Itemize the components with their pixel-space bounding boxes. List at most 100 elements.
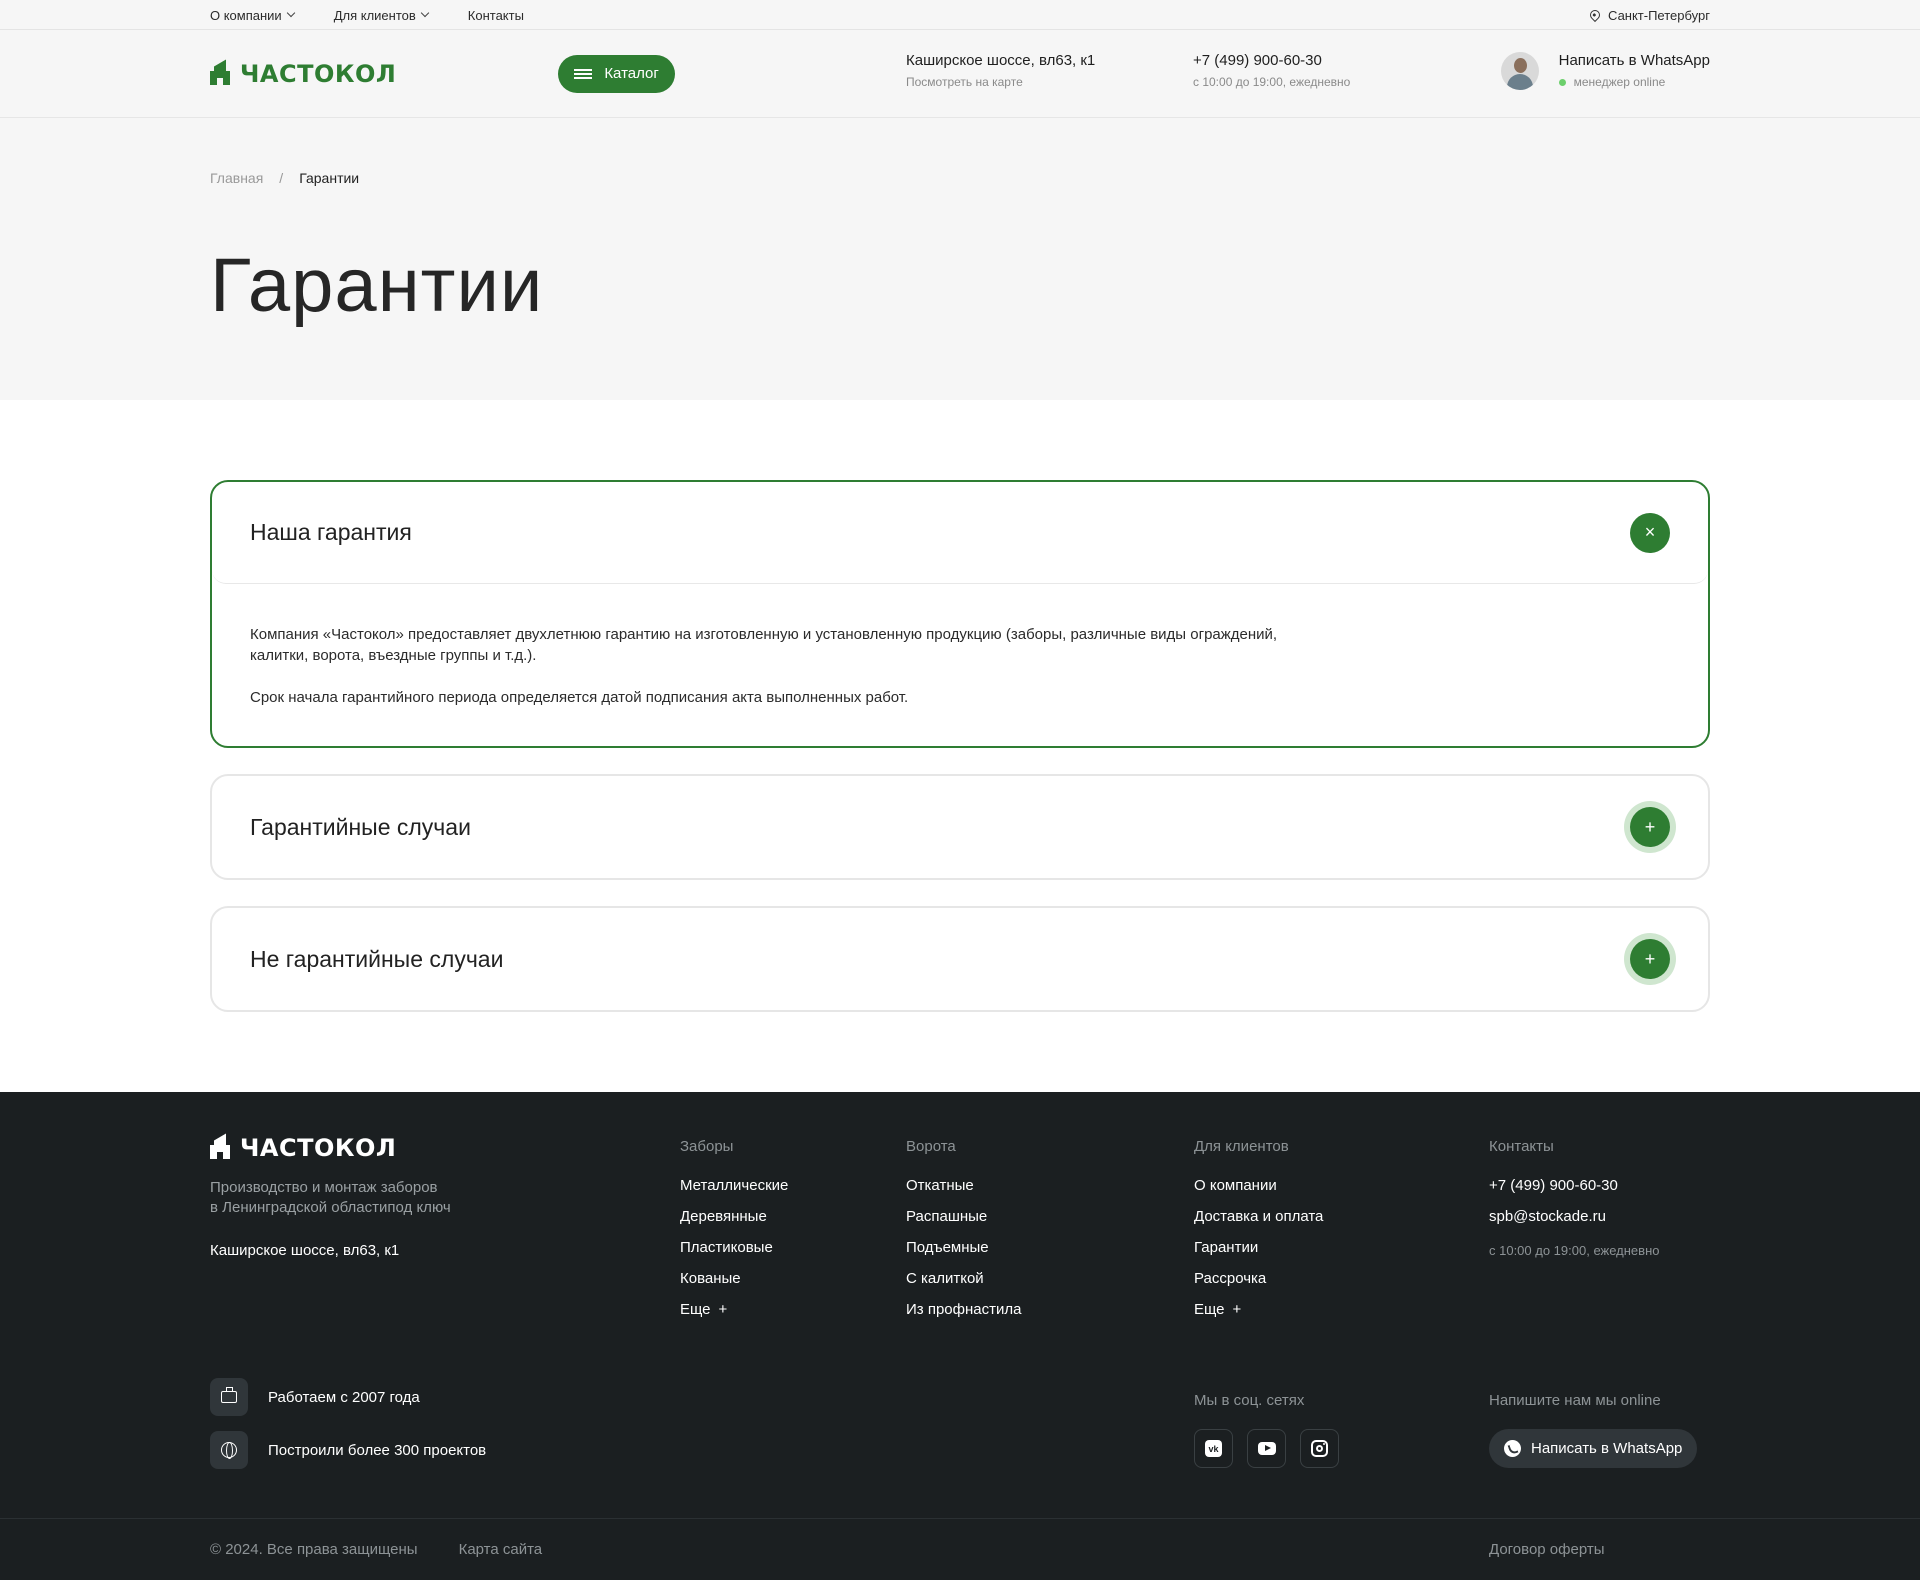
whatsapp-link[interactable]: Написать в WhatsApp (1559, 52, 1710, 69)
footer-link[interactable]: Пластиковые (680, 1239, 788, 1256)
youtube-icon (1257, 1442, 1276, 1455)
accordion-header[interactable]: Не гарантийные случаи + (212, 908, 1708, 1010)
accordion-non-warranty-cases[interactable]: Не гарантийные случаи + (210, 906, 1710, 1012)
footer-logo[interactable]: ЧАСТОКОЛ (210, 1133, 397, 1162)
top-nav-about[interactable]: О компании (210, 8, 295, 23)
top-nav-clients-label: Для клиентов (333, 7, 416, 23)
feature-text: Построили более 300 проектов (268, 1441, 487, 1459)
page-title: Гарантии (210, 243, 544, 328)
social-links: vk (1194, 1429, 1339, 1468)
accordion-header[interactable]: Гарантийные случаи + (212, 776, 1708, 878)
youtube-button[interactable] (1247, 1429, 1286, 1468)
footer-column-heading: Заборы (680, 1138, 734, 1155)
footer-link[interactable]: Распашные (906, 1208, 1021, 1225)
house-logo-icon (210, 1133, 230, 1159)
logo-text: ЧАСТОКОЛ (240, 59, 397, 88)
footer-link[interactable]: Рассрочка (1194, 1270, 1323, 1287)
menu-icon (574, 68, 593, 79)
footer: ЧАСТОКОЛ Производство и монтаж заборов в… (0, 1092, 1920, 1580)
plus-icon: + (1232, 1301, 1242, 1318)
breadcrumb-current: Гарантии (299, 170, 360, 186)
footer-phone[interactable]: +7 (499) 900-60-30 (1489, 1177, 1659, 1194)
top-bar: О компании Для клиентов Контакты Санкт-П… (0, 0, 1920, 30)
footer-more-link[interactable]: Еще + (680, 1301, 788, 1318)
footer-more-label: Еще (680, 1301, 711, 1318)
footer-column-heading: Ворота (906, 1138, 956, 1155)
footer-hours: с 10:00 до 19:00, ежедневно (1489, 1243, 1660, 1258)
header-phone[interactable]: +7 (499) 900-60-30 с 10:00 до 19:00, еже… (1193, 52, 1350, 89)
accordion-title: Гарантийные случаи (250, 813, 471, 840)
footer-link[interactable]: Откатные (906, 1177, 1021, 1194)
accordion-paragraph: Компания «Частокол» предоставляет двухле… (250, 626, 1278, 664)
plus-icon[interactable]: + (1630, 807, 1670, 847)
accordion-title: Наша гарантия (250, 519, 412, 545)
accordion-our-guarantee: Наша гарантия × Компания «Частокол» пред… (210, 480, 1710, 748)
chevron-down-icon (420, 8, 430, 18)
write-us-heading: Напишите нам мы online (1489, 1392, 1661, 1409)
footer-link[interactable]: Гарантии (1194, 1239, 1323, 1256)
footer-link[interactable]: Из профнастила (906, 1301, 1021, 1318)
briefcase-icon (210, 1378, 248, 1416)
catalog-label: Каталог (604, 65, 659, 82)
manager-avatar (1500, 52, 1539, 90)
close-icon[interactable]: × (1630, 512, 1670, 553)
hero: Главная / Гарантии Гарантии (0, 118, 1920, 400)
feature-projects: Построили более 300 проектов (210, 1431, 486, 1469)
whatsapp-icon (1504, 1440, 1521, 1457)
footer-link[interactable]: О компании (1194, 1177, 1323, 1194)
vk-button[interactable]: vk (1194, 1429, 1233, 1468)
footer-description-line: Производство и монтаж заборов (210, 1179, 438, 1196)
footer-link[interactable]: Доставка и оплата (1194, 1208, 1323, 1225)
footer-column-gates: Ворота Откатные Распашные Подъемные С ка… (906, 1138, 1021, 1332)
vk-icon: vk (1205, 1440, 1222, 1457)
sitemap-link[interactable]: Карта сайта (459, 1541, 543, 1558)
footer-more-link[interactable]: Еще + (1194, 1301, 1323, 1318)
header-address-text: Каширское шоссе, вл63, к1 (906, 52, 1096, 69)
instagram-button[interactable] (1300, 1429, 1339, 1468)
footer-logo-text: ЧАСТОКОЛ (240, 1134, 397, 1162)
globe-icon (210, 1431, 248, 1469)
logo[interactable]: ЧАСТОКОЛ (210, 59, 397, 88)
footer-column-contacts: Контакты +7 (499) 900-60-30 spb@stockade… (1489, 1138, 1659, 1258)
copyright: © 2024. Все права защищены (210, 1541, 418, 1558)
top-nav: О компании Для клиентов Контакты (210, 0, 1710, 30)
accordion-header[interactable]: Наша гарантия × (212, 482, 1708, 584)
top-nav-clients[interactable]: Для клиентов (333, 7, 430, 23)
breadcrumb-separator: / (279, 170, 284, 186)
breadcrumb: Главная / Гарантии (210, 170, 359, 186)
header-phone-number[interactable]: +7 (499) 900-60-30 (1193, 52, 1350, 69)
footer-email[interactable]: spb@stockade.ru (1489, 1208, 1659, 1225)
plus-icon[interactable]: + (1630, 939, 1670, 979)
top-nav-contacts-label: Контакты (467, 7, 524, 23)
social-heading: Мы в соц. сетях (1194, 1392, 1305, 1409)
top-nav-contacts[interactable]: Контакты (468, 8, 524, 23)
header-address[interactable]: Каширское шоссе, вл63, к1 Посмотреть на … (906, 52, 1095, 89)
accordion-title: Не гарантийные случаи (250, 945, 504, 972)
footer-description-line: в Ленинградской областипод ключ (210, 1199, 451, 1216)
view-on-map-link[interactable]: Посмотреть на карте (906, 75, 1095, 89)
house-logo-icon (210, 59, 230, 85)
footer-link[interactable]: С калиткой (906, 1270, 1021, 1287)
feature-text: Работаем с 2007 года (268, 1388, 420, 1406)
footer-link[interactable]: Подъемные (906, 1239, 1021, 1256)
footer-link[interactable]: Кованые (680, 1270, 788, 1287)
online-status-dot (1558, 78, 1566, 86)
city-selector[interactable]: Санкт-Петербург (1587, 0, 1710, 30)
header: ЧАСТОКОЛ Каталог Каширское шоссе, вл63, … (0, 30, 1920, 118)
chevron-down-icon (286, 8, 295, 18)
footer-description: Производство и монтаж заборов в Ленингра… (210, 1178, 510, 1218)
footer-bottom-bar: © 2024. Все права защищены Карта сайта Д… (0, 1518, 1920, 1580)
manager-status: менеджер online (1573, 75, 1666, 89)
accordion-warranty-cases[interactable]: Гарантийные случаи + (210, 774, 1710, 880)
catalog-button[interactable]: Каталог (558, 54, 675, 93)
footer-column-fences: Заборы Металлические Деревянные Пластико… (680, 1138, 788, 1332)
offer-link[interactable]: Договор оферты (1489, 1541, 1605, 1558)
footer-whatsapp-button[interactable]: Написать в WhatsApp (1489, 1429, 1698, 1468)
accordion-paragraph: Срок начала гарантийного периода определ… (250, 689, 909, 706)
footer-column-heading: Для клиентов (1194, 1138, 1289, 1155)
footer-address: Каширское шоссе, вл63, к1 (210, 1242, 400, 1259)
breadcrumb-home[interactable]: Главная (210, 170, 263, 186)
footer-link[interactable]: Деревянные (680, 1208, 788, 1225)
footer-link[interactable]: Металлические (680, 1177, 788, 1194)
header-whatsapp[interactable]: Написать в WhatsApp менеджер online (1500, 52, 1710, 90)
